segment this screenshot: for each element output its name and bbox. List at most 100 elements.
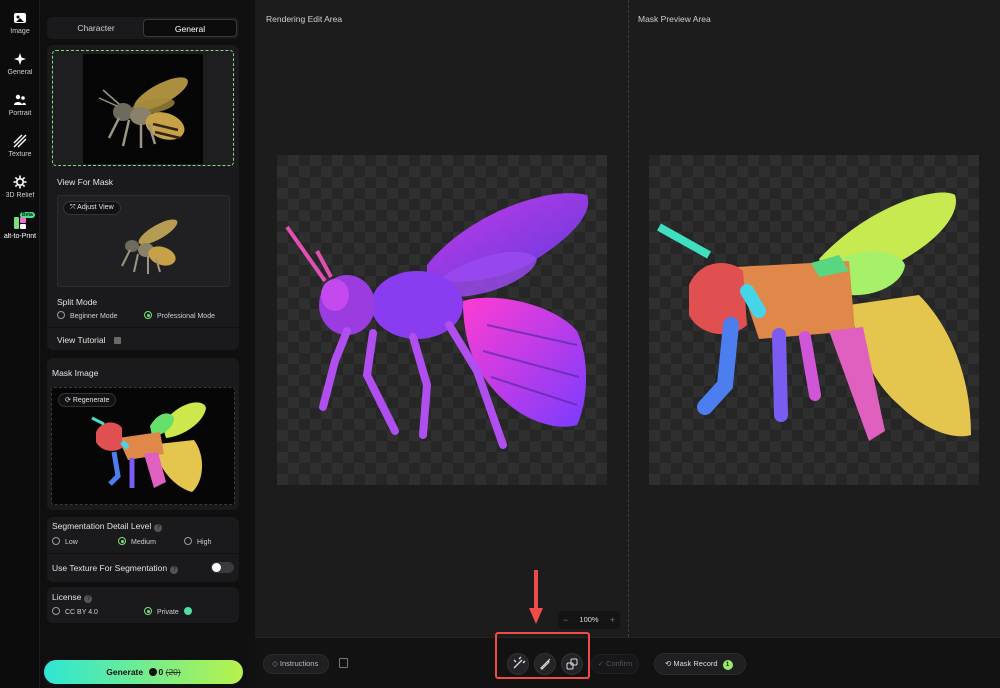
split-mode-professional[interactable]: Professional Mode bbox=[144, 311, 215, 320]
sparkle-icon bbox=[14, 53, 26, 65]
left-rail: Image General Portrait Texture 3D Relief… bbox=[0, 0, 40, 688]
check-icon: ✓ bbox=[597, 659, 607, 668]
bee-mask-preview bbox=[657, 192, 971, 441]
instructions-label: Instructions bbox=[279, 659, 319, 668]
zoom-control: − 100% + bbox=[558, 611, 620, 629]
tab-general[interactable]: General bbox=[143, 19, 237, 37]
rail-item-label: Texture bbox=[8, 151, 32, 158]
mask-record-label: Mask Record bbox=[673, 659, 718, 668]
view-tutorial-link[interactable]: View Tutorial bbox=[57, 335, 121, 345]
rail-item-portrait[interactable]: Portrait bbox=[0, 93, 40, 117]
divider bbox=[47, 327, 239, 328]
divider bbox=[47, 553, 239, 554]
main-workspace: Rendering Edit Area Mask Preview Area − … bbox=[255, 0, 1000, 688]
license-title: License? bbox=[52, 592, 93, 603]
help-icon[interactable]: ? bbox=[154, 524, 163, 532]
generate-cost: 0 bbox=[158, 667, 164, 677]
mask-record-button[interactable]: ⟲ Mask Record 1 bbox=[654, 653, 746, 675]
radio-button bbox=[52, 607, 60, 615]
rail-item-print[interactable]: Beta alt-to-Print bbox=[0, 212, 40, 240]
rail-item-general[interactable]: General bbox=[0, 52, 40, 76]
rendering-edit-area-title: Rendering Edit Area bbox=[266, 14, 343, 24]
rail-item-image[interactable]: Image bbox=[0, 11, 40, 35]
help-icon[interactable]: ? bbox=[84, 595, 93, 603]
reference-image[interactable] bbox=[52, 50, 234, 166]
credit-icon bbox=[148, 668, 157, 676]
premium-icon bbox=[183, 607, 192, 615]
radio-button bbox=[57, 311, 65, 319]
rail-item-label: General bbox=[7, 69, 33, 76]
rail-item-label: alt-to-Print bbox=[3, 233, 37, 240]
beta-badge: Beta bbox=[20, 212, 35, 218]
use-texture-toggle[interactable] bbox=[211, 562, 234, 573]
rendering-canvas[interactable] bbox=[277, 155, 607, 485]
generate-label: Generate bbox=[106, 667, 144, 677]
radio-button-selected bbox=[144, 607, 152, 615]
texture-icon bbox=[13, 134, 27, 148]
radio-label: High bbox=[197, 539, 212, 546]
radio-label: Low bbox=[65, 539, 78, 546]
instructions-button[interactable]: ◇ Instructions bbox=[263, 654, 329, 674]
segmentation-label: Segmentation Detail Level bbox=[52, 521, 152, 531]
bee-normal-render bbox=[285, 193, 589, 449]
segmentation-low[interactable]: Low bbox=[52, 537, 78, 546]
radio-label: CC BY 4.0 bbox=[65, 609, 98, 616]
radio-label: Professional Mode bbox=[157, 313, 215, 320]
radio-label: Private bbox=[157, 609, 179, 616]
settings-panel: Character General View For Mask ⤧ Adjust… bbox=[40, 0, 247, 688]
radio-label: Beginner Mode bbox=[70, 313, 118, 320]
print-icon bbox=[14, 217, 26, 229]
help-icon[interactable]: ? bbox=[170, 566, 179, 574]
mask-preview-canvas bbox=[649, 155, 979, 485]
view-for-mask-preview: ⤧ Adjust View bbox=[57, 195, 230, 287]
segmentation-medium[interactable]: Medium bbox=[118, 537, 156, 546]
zoom-out-button[interactable]: − bbox=[563, 611, 568, 629]
zoom-level: 100% bbox=[579, 615, 599, 624]
zoom-in-button[interactable]: + bbox=[610, 611, 615, 629]
bottom-toolbar: ◇ Instructions ✓ Confirm ⟲ Mask Record 1 bbox=[255, 637, 1000, 688]
use-texture-label: Use Texture For Segmentation bbox=[52, 563, 168, 573]
view-tutorial-label: View Tutorial bbox=[57, 335, 106, 345]
radio-button-selected bbox=[144, 311, 152, 319]
view-for-mask-label: View For Mask bbox=[57, 177, 114, 187]
bee-view-image bbox=[121, 219, 178, 274]
license-private[interactable]: Private bbox=[144, 607, 192, 616]
license-label: License bbox=[52, 592, 82, 602]
mask-preview-area-title: Mask Preview Area bbox=[638, 14, 711, 24]
mask-image-thumbnail[interactable]: ⟳ Regenerate bbox=[51, 387, 235, 505]
refresh-icon: ⟳ bbox=[65, 397, 73, 404]
bee-reference-image bbox=[98, 77, 188, 148]
red-arrow-annotation bbox=[529, 570, 543, 624]
segmentation-title: Segmentation Detail Level? bbox=[52, 521, 163, 532]
rail-item-3d-relief[interactable]: 3D Relief bbox=[0, 175, 40, 199]
generate-button[interactable]: Generate 0 (20) bbox=[44, 660, 243, 684]
mode-tabs: Character General bbox=[47, 17, 239, 39]
tab-character[interactable]: Character bbox=[49, 19, 143, 37]
generate-original-cost: (20) bbox=[165, 667, 181, 677]
gear-icon bbox=[13, 175, 27, 189]
rail-item-label: Image bbox=[10, 28, 30, 35]
area-divider bbox=[628, 0, 629, 637]
split-mode-beginner[interactable]: Beginner Mode bbox=[57, 311, 117, 320]
book-icon bbox=[113, 337, 121, 344]
radio-button bbox=[52, 537, 60, 545]
confirm-button[interactable]: ✓ Confirm bbox=[591, 654, 639, 674]
panel-toggle-icon[interactable] bbox=[339, 658, 348, 668]
reference-image-canvas bbox=[83, 54, 203, 164]
use-texture-title: Use Texture For Segmentation? bbox=[52, 563, 179, 574]
mask-thumbnail-image bbox=[91, 402, 206, 492]
rail-item-label: Portrait bbox=[8, 110, 32, 117]
highlight-box-annotation bbox=[495, 632, 590, 679]
image-icon bbox=[14, 13, 26, 23]
radio-button-selected bbox=[118, 537, 126, 545]
rail-item-texture[interactable]: Texture bbox=[0, 134, 40, 158]
shield-icon: ◇ bbox=[272, 659, 280, 668]
confirm-label: Confirm bbox=[606, 659, 633, 668]
rail-item-label: 3D Relief bbox=[5, 192, 35, 199]
segmentation-high[interactable]: High bbox=[184, 537, 211, 546]
mask-image-label: Mask Image bbox=[52, 368, 99, 378]
split-mode-label: Split Mode bbox=[57, 297, 98, 307]
license-cc-by[interactable]: CC BY 4.0 bbox=[52, 607, 98, 616]
mask-record-count: 1 bbox=[722, 660, 733, 670]
radio-label: Medium bbox=[131, 539, 156, 546]
